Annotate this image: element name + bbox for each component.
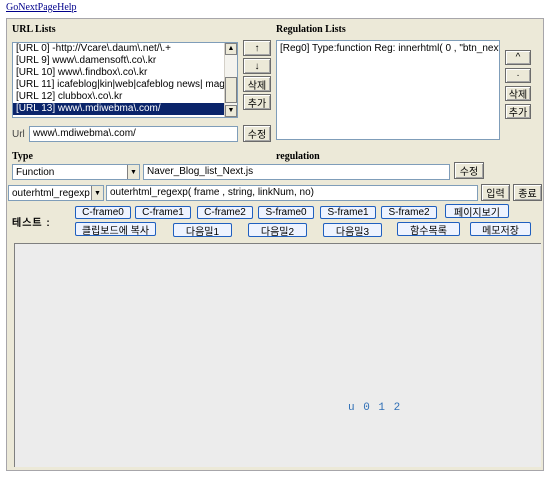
regulation-list-item[interactable]: [Reg0] Type:function Reg: innerhtml( 0 ,… — [277, 41, 499, 55]
save-memo-button[interactable]: 메모저장 — [470, 222, 531, 237]
url-lists-label: URL Lists — [12, 24, 56, 35]
chevron-down-icon[interactable]: ▼ — [91, 186, 103, 200]
c-frame2-button[interactable]: C-frame2 — [197, 206, 253, 219]
test-label: 테스트 : — [12, 218, 51, 229]
url-input[interactable]: www\.mdiwebma\.com/ — [29, 126, 238, 142]
url-move-down-button[interactable]: ↓ — [243, 58, 271, 74]
next-page1-button[interactable]: 다음밀1 — [173, 223, 232, 238]
type-label: Type — [12, 151, 33, 162]
reg-delete-button[interactable]: 삭제 — [505, 86, 531, 101]
url-field-label: Url — [12, 129, 25, 140]
url-edit-button[interactable]: 수정 — [243, 125, 271, 142]
url-delete-button[interactable]: 삭제 — [243, 76, 271, 92]
view-page-button[interactable]: 페이지보기 — [445, 204, 509, 219]
url-list-item-selected[interactable]: [URL 13] www\.mdiwebma\.com/ — [13, 103, 237, 115]
function-select-value: outerhtml_regexp — [12, 187, 90, 199]
url-list-item[interactable]: [URL 10] www\.findbox\.co\.kr — [13, 67, 237, 79]
reg-move-down-button[interactable]: · — [505, 68, 531, 83]
menu-bar: GoNextPageHelp — [6, 2, 77, 13]
regulation-lists-label: Regulation Lists — [276, 24, 346, 35]
next-page2-button[interactable]: 다음밀2 — [248, 223, 307, 238]
function-select[interactable]: outerhtml_regexp ▼ — [8, 185, 104, 201]
function-list-button[interactable]: 함수목록 — [397, 222, 460, 237]
type-select-value: Function — [16, 166, 55, 178]
url-list-item[interactable]: [URL 0] -http://Vcare\.daum\.net/\.+ — [13, 43, 237, 55]
chevron-down-icon[interactable]: ▼ — [127, 165, 139, 179]
reg-add-button[interactable]: 추가 — [505, 104, 531, 119]
type-text-input[interactable]: Naver_Blog_list_Next.js — [143, 164, 450, 180]
copy-clipboard-button[interactable]: 클립보드에 복사 — [75, 222, 156, 237]
scroll-down-icon[interactable]: ▼ — [225, 105, 237, 117]
url-add-button[interactable]: 추가 — [243, 94, 271, 110]
output-area[interactable] — [14, 243, 541, 467]
next-page3-button[interactable]: 다음밀3 — [323, 223, 382, 238]
regulation-edit-button[interactable]: 수정 — [454, 162, 484, 179]
scroll-up-icon[interactable]: ▲ — [225, 43, 237, 55]
url-list-scrollbar[interactable]: ▲ ▼ — [224, 43, 237, 117]
regulation-listbox[interactable]: [Reg0] Type:function Reg: innerhtml( 0 ,… — [276, 40, 500, 140]
url-list-item[interactable]: [URL 9] www\.damensoft\.co\.kr — [13, 55, 237, 67]
regulation-label: regulation — [276, 151, 320, 162]
close-button[interactable]: 종료 — [513, 184, 542, 201]
url-listbox[interactable]: [URL 0] -http://Vcare\.daum\.net/\.+ [UR… — [12, 42, 238, 118]
menu-item-gonextpagehelp[interactable]: GoNextPageHelp — [6, 2, 77, 13]
s-frame2-button[interactable]: S-frame2 — [381, 206, 437, 219]
scroll-thumb[interactable] — [225, 77, 237, 103]
c-frame1-button[interactable]: C-frame1 — [135, 206, 191, 219]
url-list-item[interactable]: [URL 11] icafeblog|kin|web|cafeblog news… — [13, 79, 237, 91]
c-frame0-button[interactable]: C-frame0 — [75, 206, 131, 219]
output-text: u 0 1 2 — [348, 402, 402, 414]
type-select[interactable]: Function ▼ — [12, 164, 140, 180]
input-button[interactable]: 입력 — [481, 184, 510, 201]
reg-move-up-button[interactable]: ^ — [505, 50, 531, 65]
function-text-input[interactable]: outerhtml_regexp( frame , string, linkNu… — [106, 185, 478, 201]
url-move-up-button[interactable]: ↑ — [243, 40, 271, 56]
url-list-item[interactable]: [URL 12] clubbox\.co\.kr — [13, 91, 237, 103]
s-frame0-button[interactable]: S-frame0 — [258, 206, 314, 219]
s-frame1-button[interactable]: S-frame1 — [320, 206, 376, 219]
